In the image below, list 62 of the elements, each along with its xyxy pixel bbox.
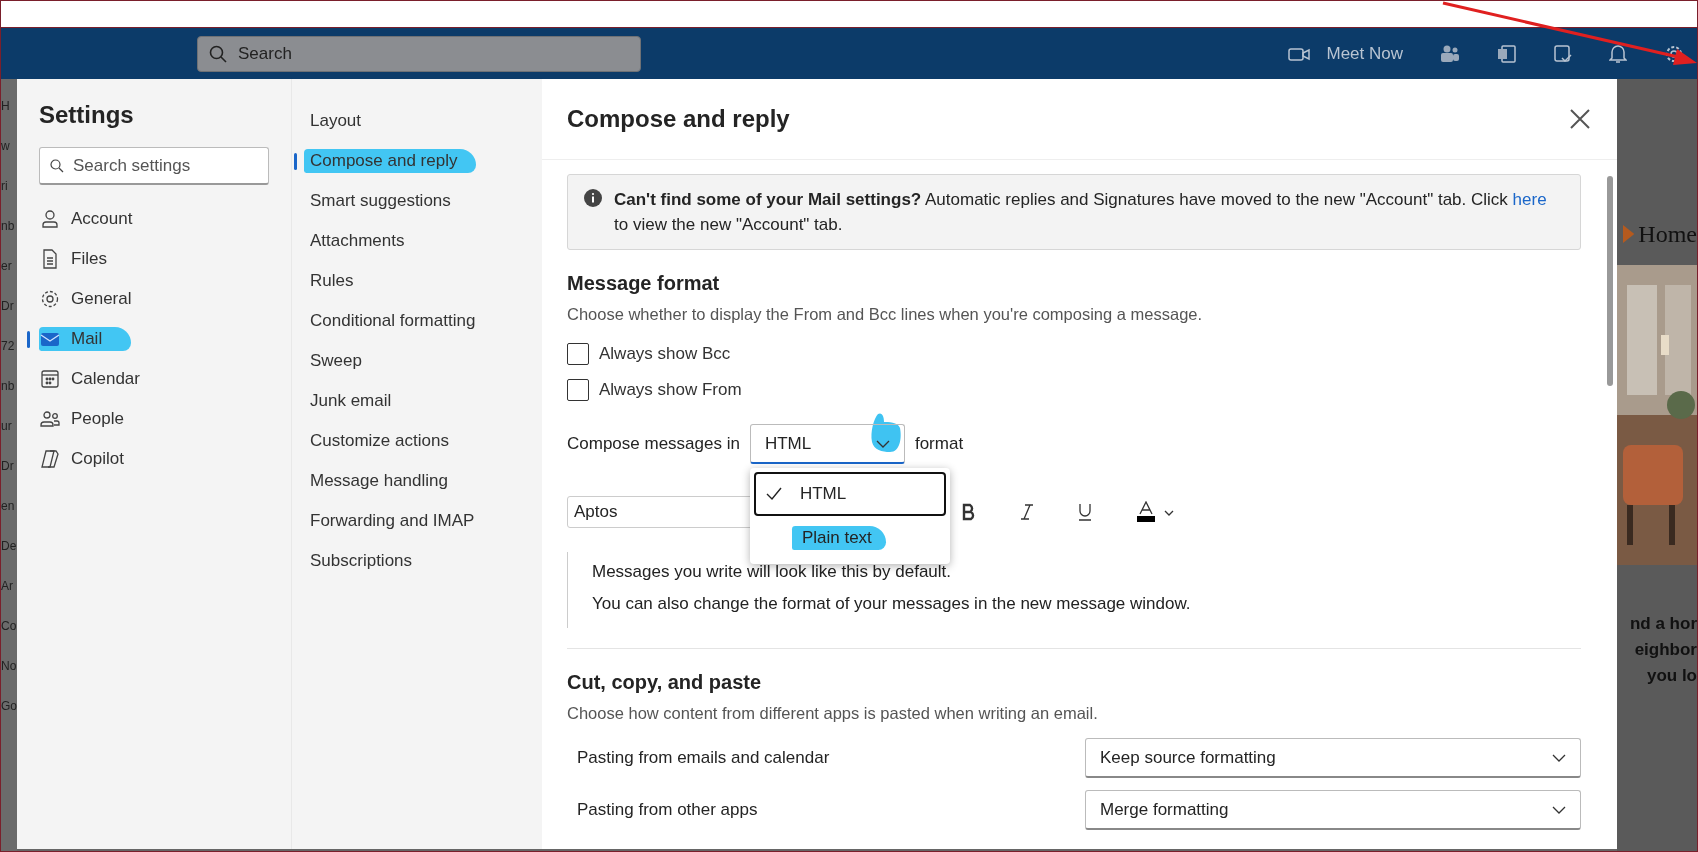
section-heading: Message format bbox=[567, 272, 721, 295]
background-text: eighbor bbox=[1634, 639, 1697, 661]
settings-category[interactable]: Files bbox=[27, 239, 269, 279]
background-text: you lo bbox=[1646, 665, 1697, 687]
search-settings-field[interactable]: Search settings bbox=[39, 147, 269, 185]
background-text: Co bbox=[1, 619, 17, 633]
setting-label: Pasting from emails and calendar bbox=[577, 748, 830, 768]
preview-text: Messages you write will look like this by default. bbox=[592, 562, 953, 582]
section-description: Choose how content from different apps is pasted when writing an email. bbox=[567, 704, 1099, 723]
background-text: No bbox=[1, 659, 17, 673]
format-label: format bbox=[914, 434, 964, 454]
section-heading: Cut, copy, and paste bbox=[567, 671, 763, 694]
format-option[interactable]: Plain text bbox=[753, 516, 946, 560]
search-field[interactable]: Search bbox=[197, 35, 641, 72]
background-text: ri bbox=[1, 179, 9, 193]
settings-subcategory[interactable]: Conditional formatting bbox=[294, 301, 494, 341]
settings-subcategory[interactable]: Layout bbox=[294, 101, 494, 141]
settings-title: Settings bbox=[39, 101, 135, 129]
here-link[interactable]: here bbox=[1512, 190, 1547, 209]
settings-subcategory[interactable]: Sweep bbox=[294, 341, 494, 381]
background-text: ur bbox=[1, 419, 13, 433]
background-text: Dr bbox=[1, 459, 15, 473]
settings-category[interactable]: Account bbox=[27, 199, 269, 239]
background-text: Dr bbox=[1, 299, 15, 313]
meet-now-button[interactable]: Meet Now bbox=[1326, 43, 1403, 64]
background-text: nd a hor bbox=[1629, 613, 1697, 635]
settings-category[interactable]: Copilot bbox=[27, 439, 269, 479]
settings-subcategory[interactable]: Smart suggestions bbox=[294, 181, 494, 221]
background-text: Go bbox=[1, 699, 17, 713]
background-text: w bbox=[1, 139, 11, 153]
checkbox-label: Always show Bcc bbox=[599, 344, 731, 364]
checkbox-label: Always show From bbox=[599, 380, 742, 400]
background-text: De bbox=[1, 539, 17, 553]
compose-label: Compose messages in bbox=[567, 434, 740, 454]
brand-text: Home bbox=[1638, 220, 1697, 248]
settings-category[interactable]: Mail bbox=[27, 319, 269, 359]
settings-subcategory[interactable]: Subscriptions bbox=[294, 541, 494, 581]
preview-text: You can also change the format of your messages in the new message window. bbox=[592, 594, 1192, 614]
settings-subcategory[interactable]: Customize actions bbox=[294, 421, 494, 461]
format-option[interactable]: HTML bbox=[753, 472, 946, 516]
background-text: H bbox=[1, 99, 11, 113]
setting-label: Pasting from other apps bbox=[577, 800, 758, 820]
settings-subcategory[interactable]: Forwarding and IMAP bbox=[294, 501, 494, 541]
background-text: 72 bbox=[1, 339, 16, 353]
info-message: Can't find some of your Mail settings? Automatic replies and Signatures have moved to the new "Account" tab. Click here to view the new "Account" tab. bbox=[614, 189, 1548, 236]
background-text: nb bbox=[1, 379, 16, 393]
settings-subcategory[interactable]: Message handling bbox=[294, 461, 494, 501]
panel-title: Compose and reply bbox=[567, 105, 790, 133]
settings-category[interactable]: General bbox=[27, 279, 269, 319]
paste-dropdown[interactable]: Merge formatting bbox=[1085, 790, 1581, 830]
background-text: er bbox=[1, 259, 13, 273]
settings-subcategory[interactable]: Attachments bbox=[294, 221, 494, 261]
background-text: nb bbox=[1, 219, 16, 233]
section-description: Choose whether to display the From and Bcc lines when you're composing a message. bbox=[567, 305, 1204, 324]
settings-subcategory[interactable]: Rules bbox=[294, 261, 494, 301]
settings-category[interactable]: Calendar bbox=[27, 359, 269, 399]
background-text: en bbox=[1, 499, 16, 513]
settings-subcategory[interactable]: Junk email bbox=[294, 381, 494, 421]
paste-dropdown[interactable]: Keep source formatting bbox=[1085, 738, 1581, 778]
font-field[interactable]: Aptos bbox=[567, 496, 753, 528]
background-text: Ar bbox=[1, 579, 14, 593]
settings-category[interactable]: People bbox=[27, 399, 269, 439]
